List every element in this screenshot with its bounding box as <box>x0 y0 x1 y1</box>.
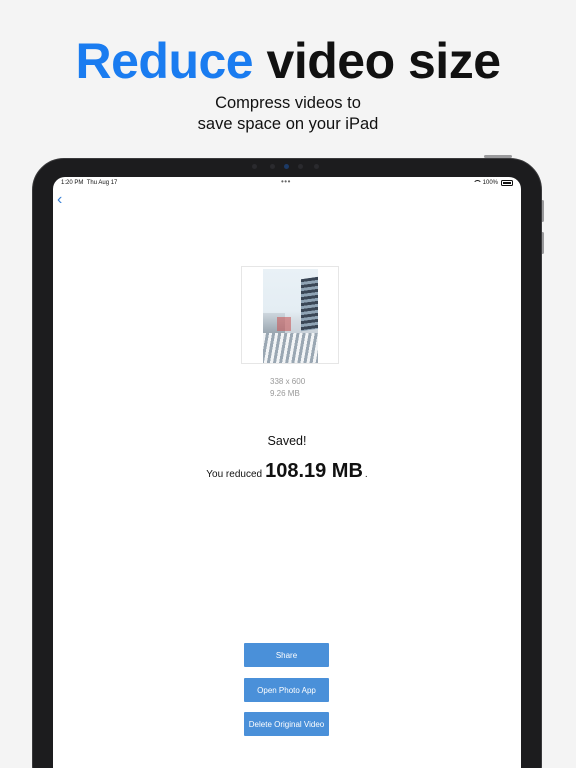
share-button[interactable]: Share <box>244 643 329 667</box>
subhead-line-1: Compress videos to <box>215 94 361 112</box>
video-resolution: 338 x 600 <box>270 377 306 386</box>
battery-icon <box>501 180 513 186</box>
status-bar: 1:20 PM Thu Aug 17 ••• 100% <box>53 177 521 191</box>
status-indicators: 100% <box>472 180 513 186</box>
chevron-left-icon[interactable]: ‹ <box>57 192 71 209</box>
reduction-prefix: You reduced <box>206 469 263 480</box>
reduction-summary: You reduced 108.19 MB. <box>53 460 521 483</box>
app-screen: 1:20 PM Thu Aug 17 ••• 100% ‹ 338 x 600 … <box>53 177 521 768</box>
device-camera <box>250 164 320 170</box>
headline-rest: video size <box>266 33 502 89</box>
video-file-size: 9.26 MB <box>270 389 300 398</box>
status-time: 1:20 PM Thu Aug 17 <box>61 180 118 186</box>
wifi-icon <box>472 180 482 186</box>
video-thumbnail <box>241 266 339 364</box>
battery-percent: 100% <box>482 180 498 186</box>
reduction-suffix: . <box>364 469 368 480</box>
headline-accent: Reduce <box>75 33 254 89</box>
video-thumbnail-image <box>263 269 318 363</box>
reduction-amount: 108.19 MB <box>265 460 363 482</box>
headline: Reduce video size <box>0 32 576 90</box>
open-photo-app-button[interactable]: Open Photo App <box>244 678 329 702</box>
delete-original-video-button[interactable]: Delete Original Video <box>244 712 329 736</box>
subheadline: Compress videos to save space on your iP… <box>0 93 576 135</box>
saved-title: Saved! <box>267 434 307 448</box>
multitask-dots[interactable]: ••• <box>281 177 291 186</box>
subhead-line-2: save space on your iPad <box>197 115 379 133</box>
